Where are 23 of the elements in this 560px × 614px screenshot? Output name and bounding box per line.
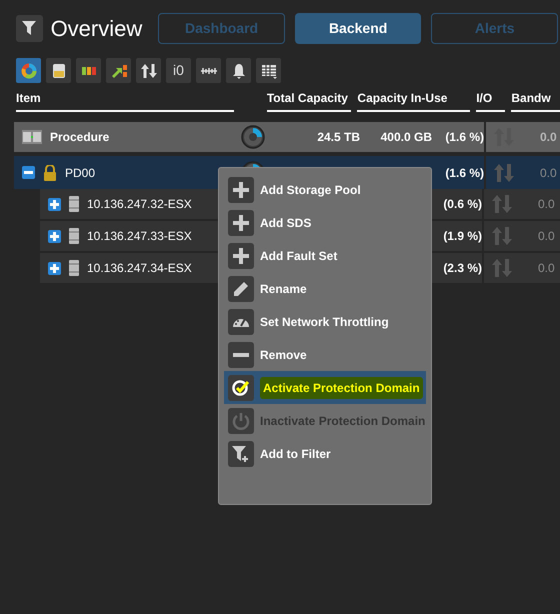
usage-percent: (2.3 %) [442,260,482,277]
usage-percent: (1.6 %) [444,129,484,146]
column-header: Capacity In-Use [357,87,470,112]
total-capacity: 24.5 TB [316,129,360,146]
usage-percent: (1.9 %) [442,228,482,245]
column-header: Item [16,87,234,112]
column-header: I/O [476,87,506,112]
bandwidth-value: 0.0 [539,129,557,146]
usage-percent: (0.6 %) [442,196,482,213]
bandwidth-value: 0.0 [537,196,555,213]
item-name: 10.136.247.34-ESX [87,260,192,277]
page-title: Overview [50,14,142,42]
column-header: Bandw [511,87,560,112]
item-name: 10.136.247.32-ESX [87,196,192,213]
usage-percent: (1.6 %) [444,164,484,182]
item-name: PD00 [65,164,96,182]
bandwidth-value: 0.0 [539,164,557,182]
column-header: Total Capacity [266,87,352,112]
bandwidth-value: 0.0 [537,260,555,277]
item-name: Procedure [50,129,110,146]
bandwidth-value: 0.0 [537,228,555,245]
item-name: 10.136.247.33-ESX [87,228,192,245]
capacity-in-use: 400.0 GB [380,129,432,146]
